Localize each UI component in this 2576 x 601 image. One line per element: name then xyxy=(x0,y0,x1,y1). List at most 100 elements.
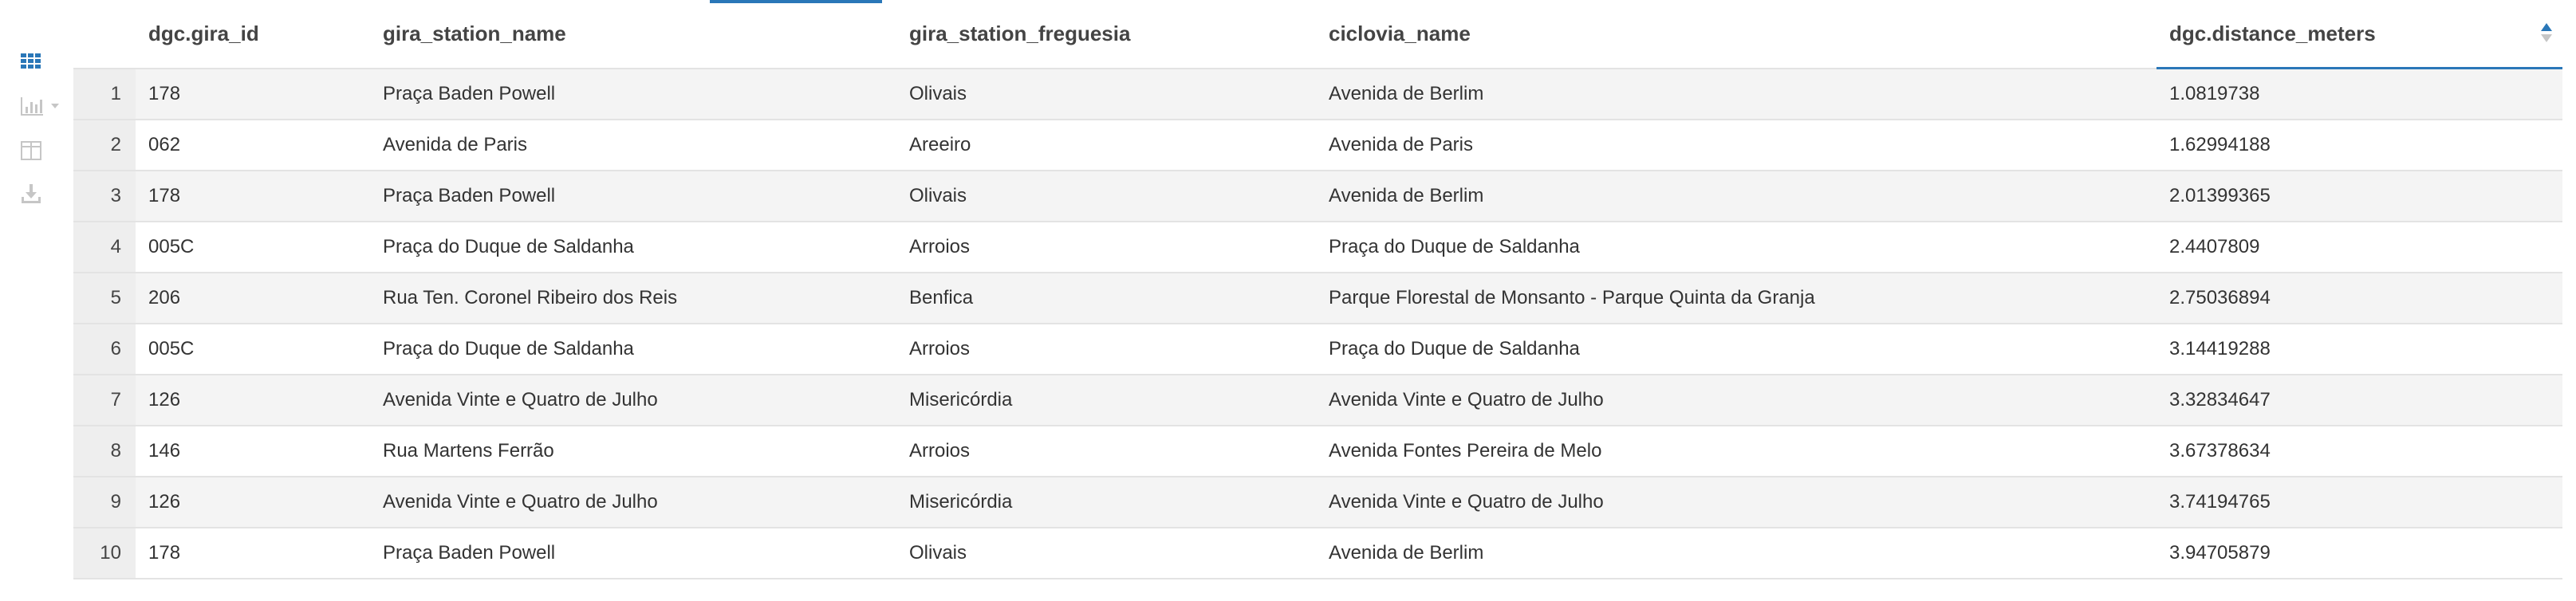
column-header-label: ciclovia_name xyxy=(1329,21,1471,45)
table-row[interactable]: 5 206 Rua Ten. Coronel Ribeiro dos Reis Ben… xyxy=(73,273,2562,324)
cell-value: Areeiro xyxy=(909,134,971,155)
cell-freguesia[interactable]: Areeiro xyxy=(896,120,1316,171)
cell-value: 126 xyxy=(148,389,181,410)
cell-value: Olivais xyxy=(909,185,967,206)
row-number: 2 xyxy=(73,120,136,171)
cell-station-name[interactable]: Praça Baden Powell xyxy=(370,68,896,120)
cell-freguesia[interactable]: Arroios xyxy=(896,222,1316,273)
cell-value: Avenida de Berlim xyxy=(1329,542,1484,564)
table-row[interactable]: 7 126 Avenida Vinte e Quatro de Julho Miser… xyxy=(73,375,2562,426)
cell-value: 3.67378634 xyxy=(2169,440,2271,462)
cell-ciclovia-name[interactable]: Avenida de Berlim xyxy=(1316,528,2157,579)
cell-gira-id[interactable]: 126 xyxy=(136,477,370,528)
cell-freguesia[interactable]: Misericórdia xyxy=(896,477,1316,528)
cell-value: Avenida Vinte e Quatro de Julho xyxy=(383,491,658,513)
cell-station-name[interactable]: Praça do Duque de Saldanha xyxy=(370,324,896,375)
cell-value: Olivais xyxy=(909,542,967,564)
cell-freguesia[interactable]: Benfica xyxy=(896,273,1316,324)
table-row[interactable]: 4 005C Praça do Duque de Saldanha Arroios Pr… xyxy=(73,222,2562,273)
cell-ciclovia-name[interactable]: Praça do Duque de Saldanha xyxy=(1316,324,2157,375)
column-header-distance-meters[interactable]: dgc.distance_meters xyxy=(2157,0,2562,69)
cell-freguesia[interactable]: Olivais xyxy=(896,171,1316,222)
table-row[interactable]: 9 126 Avenida Vinte e Quatro de Julho Miser… xyxy=(73,477,2562,528)
cell-station-name[interactable]: Praça Baden Powell xyxy=(370,528,896,579)
table-row[interactable]: 1 178 Praça Baden Powell Olivais Avenida de … xyxy=(73,68,2562,120)
cell-station-name[interactable]: Praça do Duque de Saldanha xyxy=(370,222,896,273)
cell-gira-id[interactable]: 062 xyxy=(136,120,370,171)
table-row[interactable]: 8 146 Rua Martens Ferrão Arroios Avenida Fon… xyxy=(73,426,2562,477)
cell-value: Praça do Duque de Saldanha xyxy=(1329,338,1580,359)
table-row[interactable]: 2 062 Avenida de Paris Areeiro Avenida de Pa… xyxy=(73,120,2562,171)
cell-freguesia[interactable]: Arroios xyxy=(896,324,1316,375)
cell-ciclovia-name[interactable]: Avenida Fontes Pereira de Melo xyxy=(1316,426,2157,477)
cell-value: Avenida de Berlim xyxy=(1329,82,1484,104)
cell-value: Avenida de Paris xyxy=(383,134,528,155)
cell-distance-meters[interactable]: 3.94705879 xyxy=(2157,528,2562,579)
cell-distance-meters[interactable]: 1.0819738 xyxy=(2157,68,2562,120)
cell-value: Rua Martens Ferrão xyxy=(383,440,554,462)
cell-freguesia[interactable]: Arroios xyxy=(896,426,1316,477)
sort-ascending-icon[interactable] xyxy=(2540,21,2553,45)
cell-value: Arroios xyxy=(909,338,971,359)
chart-icon[interactable] xyxy=(19,94,64,118)
download-icon[interactable] xyxy=(19,182,43,206)
cell-freguesia[interactable]: Olivais xyxy=(896,68,1316,120)
cell-distance-meters[interactable]: 3.14419288 xyxy=(2157,324,2562,375)
table-row[interactable]: 10 178 Praça Baden Powell Olivais Avenida de… xyxy=(73,528,2562,579)
cell-gira-id[interactable]: 005C xyxy=(136,324,370,375)
cell-ciclovia-name[interactable]: Avenida de Paris xyxy=(1316,120,2157,171)
cell-station-name[interactable]: Avenida Vinte e Quatro de Julho xyxy=(370,477,896,528)
cell-station-name[interactable]: Rua Ten. Coronel Ribeiro dos Reis xyxy=(370,273,896,324)
cell-value: Praça Baden Powell xyxy=(383,82,556,104)
cell-gira-id[interactable]: 178 xyxy=(136,68,370,120)
column-header-ciclovia-name[interactable]: ciclovia_name xyxy=(1316,0,2157,69)
cell-freguesia[interactable]: Misericórdia xyxy=(896,375,1316,426)
cell-value: Praça do Duque de Saldanha xyxy=(383,338,634,359)
table-row[interactable]: 3 178 Praça Baden Powell Olivais Avenida de … xyxy=(73,171,2562,222)
cell-distance-meters[interactable]: 3.74194765 xyxy=(2157,477,2562,528)
cell-ciclovia-name[interactable]: Avenida Vinte e Quatro de Julho xyxy=(1316,375,2157,426)
cell-ciclovia-name[interactable]: Avenida Vinte e Quatro de Julho xyxy=(1316,477,2157,528)
cell-distance-meters[interactable]: 3.32834647 xyxy=(2157,375,2562,426)
cell-value: 206 xyxy=(148,287,181,308)
cell-station-name[interactable]: Praça Baden Powell xyxy=(370,171,896,222)
cell-value: 005C xyxy=(148,236,195,257)
cell-value: Misericórdia xyxy=(909,389,1013,410)
cell-distance-meters[interactable]: 2.01399365 xyxy=(2157,171,2562,222)
cell-gira-id[interactable]: 126 xyxy=(136,375,370,426)
column-header-freguesia[interactable]: gira_station_freguesia xyxy=(896,0,1316,69)
cell-distance-meters[interactable]: 2.75036894 xyxy=(2157,273,2562,324)
cell-gira-id[interactable]: 178 xyxy=(136,528,370,579)
cell-freguesia[interactable]: Olivais xyxy=(896,528,1316,579)
cell-value: Avenida Vinte e Quatro de Julho xyxy=(1329,389,1604,410)
cell-value: 005C xyxy=(148,338,195,359)
cell-station-name[interactable]: Avenida de Paris xyxy=(370,120,896,171)
row-number: 4 xyxy=(73,222,136,273)
cell-ciclovia-name[interactable]: Avenida de Berlim xyxy=(1316,68,2157,120)
cell-value: 146 xyxy=(148,440,181,462)
cell-distance-meters[interactable]: 2.4407809 xyxy=(2157,222,2562,273)
cell-value: 178 xyxy=(148,185,181,206)
cell-station-name[interactable]: Avenida Vinte e Quatro de Julho xyxy=(370,375,896,426)
cell-gira-id[interactable]: 146 xyxy=(136,426,370,477)
table-row[interactable]: 6 005C Praça do Duque de Saldanha Arroios Pr… xyxy=(73,324,2562,375)
cell-gira-id[interactable]: 206 xyxy=(136,273,370,324)
grid-icon[interactable] xyxy=(19,49,43,73)
cell-ciclovia-name[interactable]: Avenida de Berlim xyxy=(1316,171,2157,222)
cell-gira-id[interactable]: 005C xyxy=(136,222,370,273)
cell-value: Avenida Fontes Pereira de Melo xyxy=(1329,440,1602,462)
column-header-station-name[interactable]: gira_station_name xyxy=(370,0,896,69)
column-header-gira-id[interactable]: dgc.gira_id xyxy=(136,0,370,69)
cell-value: Olivais xyxy=(909,82,967,104)
cell-ciclovia-name[interactable]: Praça do Duque de Saldanha xyxy=(1316,222,2157,273)
chevron-down-icon[interactable] xyxy=(51,104,59,108)
cell-station-name[interactable]: Rua Martens Ferrão xyxy=(370,426,896,477)
cell-gira-id[interactable]: 178 xyxy=(136,171,370,222)
cell-distance-meters[interactable]: 1.62994188 xyxy=(2157,120,2562,171)
cell-ciclovia-name[interactable]: Parque Florestal de Monsanto - Parque Qu… xyxy=(1316,273,2157,324)
cell-value: Avenida de Berlim xyxy=(1329,185,1484,206)
cell-value: Praça do Duque de Saldanha xyxy=(383,236,634,257)
cell-distance-meters[interactable]: 3.67378634 xyxy=(2157,426,2562,477)
columns-icon[interactable] xyxy=(19,139,43,163)
row-number: 6 xyxy=(73,324,136,375)
